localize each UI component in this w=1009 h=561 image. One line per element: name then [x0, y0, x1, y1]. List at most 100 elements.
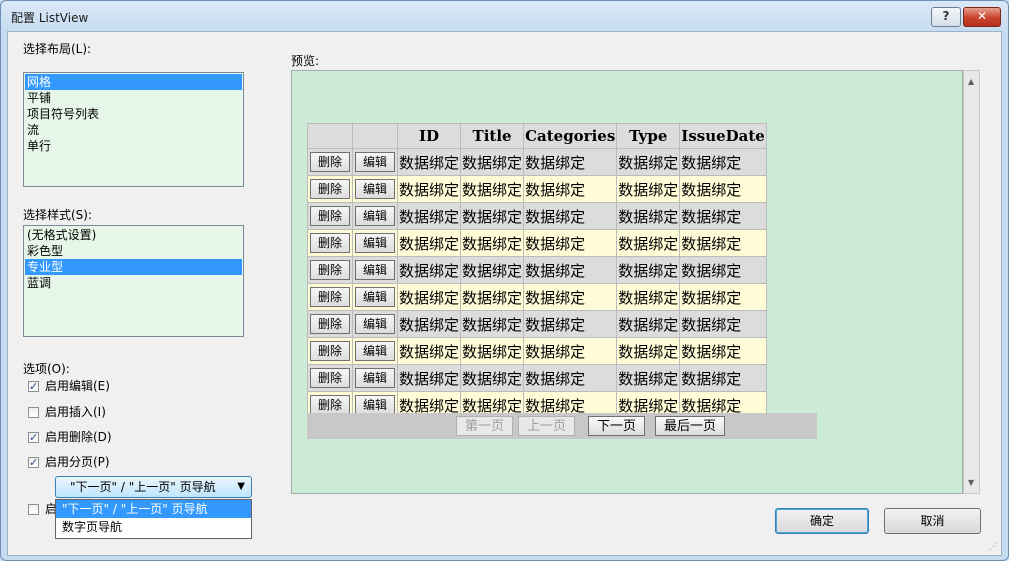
edit-button[interactable]: 编辑 [355, 314, 396, 334]
grid-cell: 数据绑定 [460, 364, 525, 392]
delete-button[interactable]: 删除 [310, 260, 351, 280]
option-checkbox[interactable] [28, 407, 39, 418]
grid-command-cell: 编辑 [352, 229, 399, 257]
edit-button[interactable]: 编辑 [355, 287, 396, 307]
grid-cell: 数据绑定 [616, 283, 681, 311]
grid-cell: 数据绑定 [523, 148, 618, 176]
next-page-button[interactable]: 下一页 [588, 416, 646, 436]
delete-button[interactable]: 删除 [310, 314, 351, 334]
chevron-down-icon: ▼ [237, 481, 245, 492]
grid-cell: 数据绑定 [460, 310, 525, 338]
grid-cell: 数据绑定 [397, 256, 462, 284]
grid-command-cell: 编辑 [352, 202, 399, 230]
grid-cell: 数据绑定 [523, 337, 618, 365]
grid-cell: 数据绑定 [460, 175, 525, 203]
grid-command-cell: 编辑 [352, 256, 399, 284]
option-row[interactable]: 启用分页(P) [28, 454, 110, 471]
layout-list-item[interactable]: 单行 [25, 138, 242, 154]
dialog-window: 配置 ListView ? ✕ 选择布局(L): 网格 平铺 项目符号列表流单行 选… [0, 0, 1009, 561]
delete-button[interactable]: 删除 [310, 206, 351, 226]
option-row[interactable]: 启用删除(D) [28, 429, 112, 446]
grid-header-cell: Type [616, 123, 681, 149]
delete-button[interactable]: 删除 [310, 395, 351, 415]
prev-page-button[interactable]: 上一页 [518, 416, 576, 436]
delete-button[interactable]: 删除 [310, 368, 351, 388]
layout-list-item[interactable]: 网格 [25, 74, 242, 90]
option-checkbox[interactable] [28, 455, 39, 471]
preview-label: 预览: [291, 54, 320, 68]
delete-button[interactable]: 删除 [310, 179, 351, 199]
grid-cell: 数据绑定 [460, 337, 525, 365]
last-page-button[interactable]: 最后一页 [655, 416, 726, 436]
grid-cell: 数据绑定 [397, 337, 462, 365]
option-label: 启用删除(D) [45, 430, 112, 444]
layout-list-item[interactable]: 流 [25, 122, 242, 138]
dialog-client: 选择布局(L): 网格 平铺 项目符号列表流单行 选择样式(S): (无格式设置) 彩… [7, 31, 1002, 556]
edit-button[interactable]: 编辑 [355, 368, 396, 388]
option-row[interactable]: 启用编辑(E) [28, 378, 110, 395]
style-listbox[interactable]: (无格式设置) 彩色型 专业型 蓝调 [23, 225, 244, 337]
grid-cell: 数据绑定 [397, 175, 462, 203]
style-list-item[interactable]: 蓝调 [25, 275, 242, 291]
edit-button[interactable]: 编辑 [355, 179, 396, 199]
option-row[interactable]: 启用插入(I) [28, 404, 106, 420]
edit-button[interactable]: 编辑 [355, 395, 396, 415]
delete-button[interactable]: 删除 [310, 287, 351, 307]
edit-button[interactable]: 编辑 [355, 233, 396, 253]
layout-listbox[interactable]: 网格 平铺 项目符号列表流单行 [23, 72, 244, 187]
edit-button[interactable]: 编辑 [355, 260, 396, 280]
grid-cell: 数据绑定 [679, 229, 767, 257]
option-dynamic[interactable]: 启 [28, 501, 57, 517]
grid-cell: 数据绑定 [616, 148, 681, 176]
pager: 第一页 上一页 下一页 最后一页 [307, 413, 817, 439]
preview-scrollbar[interactable]: ▲ ▼ [963, 70, 980, 494]
style-list-item[interactable]: 彩色型 [25, 243, 242, 259]
delete-button[interactable]: 删除 [310, 152, 351, 172]
option-checkbox[interactable] [28, 379, 39, 395]
close-button[interactable]: ✕ [963, 7, 1001, 27]
grid-command-cell: 编辑 [352, 310, 399, 338]
paging-mode-combobox[interactable]: "下一页" / "上一页" 页导航 ▼ [55, 476, 252, 498]
grid-cell: 数据绑定 [679, 202, 767, 230]
style-label: 选择样式(S): [23, 208, 93, 222]
checkbox-dynamic[interactable] [28, 504, 39, 515]
cancel-button[interactable]: 取消 [884, 508, 981, 534]
option-checkbox[interactable] [28, 430, 39, 446]
paging-option-next-prev[interactable]: "下一页" / "上一页" 页导航 [56, 500, 251, 518]
help-button[interactable]: ? [931, 7, 961, 27]
resize-grip-icon[interactable]: ⋰ [989, 542, 998, 552]
style-list-item[interactable]: (无格式设置) [25, 227, 242, 243]
grid-cell: 数据绑定 [679, 310, 767, 338]
grid-header-cell: Title [460, 123, 525, 149]
delete-button[interactable]: 删除 [310, 341, 351, 361]
edit-button[interactable]: 编辑 [355, 206, 396, 226]
style-list-item[interactable]: 专业型 [25, 259, 242, 275]
layout-label: 选择布局(L): [23, 42, 92, 56]
grid-header-cell: ID [397, 123, 462, 149]
grid-cell: 数据绑定 [616, 364, 681, 392]
grid-cell: 数据绑定 [397, 364, 462, 392]
ok-button[interactable]: 确定 [775, 508, 869, 534]
grid-command-cell: 删除 [306, 202, 354, 230]
grid-header-cell [306, 123, 354, 149]
paging-mode-dropdown: "下一页" / "上一页" 页导航 数字页导航 [55, 499, 252, 539]
grid-cell: 数据绑定 [523, 175, 618, 203]
grid-cell: 数据绑定 [679, 283, 767, 311]
grid-cell: 数据绑定 [616, 256, 681, 284]
table-row: 删除 编辑 数据绑定 数据绑定 数据绑定 数据绑定 数据绑定 [306, 256, 767, 284]
layout-list-item[interactable]: 项目符号列表 [25, 106, 242, 122]
layout-list-item[interactable]: 平铺 [25, 90, 242, 106]
delete-button[interactable]: 删除 [310, 233, 351, 253]
grid-cell: 数据绑定 [523, 283, 618, 311]
table-row: 删除 编辑 数据绑定 数据绑定 数据绑定 数据绑定 数据绑定 [306, 229, 767, 257]
edit-button[interactable]: 编辑 [355, 152, 396, 172]
grid-command-cell: 编辑 [352, 283, 399, 311]
grid-cell: 数据绑定 [460, 202, 525, 230]
scroll-up-icon[interactable]: ▲ [968, 77, 974, 86]
edit-button[interactable]: 编辑 [355, 341, 396, 361]
first-page-button[interactable]: 第一页 [456, 416, 514, 436]
paging-option-numeric[interactable]: 数字页导航 [56, 518, 251, 536]
grid-cell: 数据绑定 [460, 229, 525, 257]
grid-cell: 数据绑定 [679, 256, 767, 284]
scroll-down-icon[interactable]: ▼ [968, 478, 974, 487]
